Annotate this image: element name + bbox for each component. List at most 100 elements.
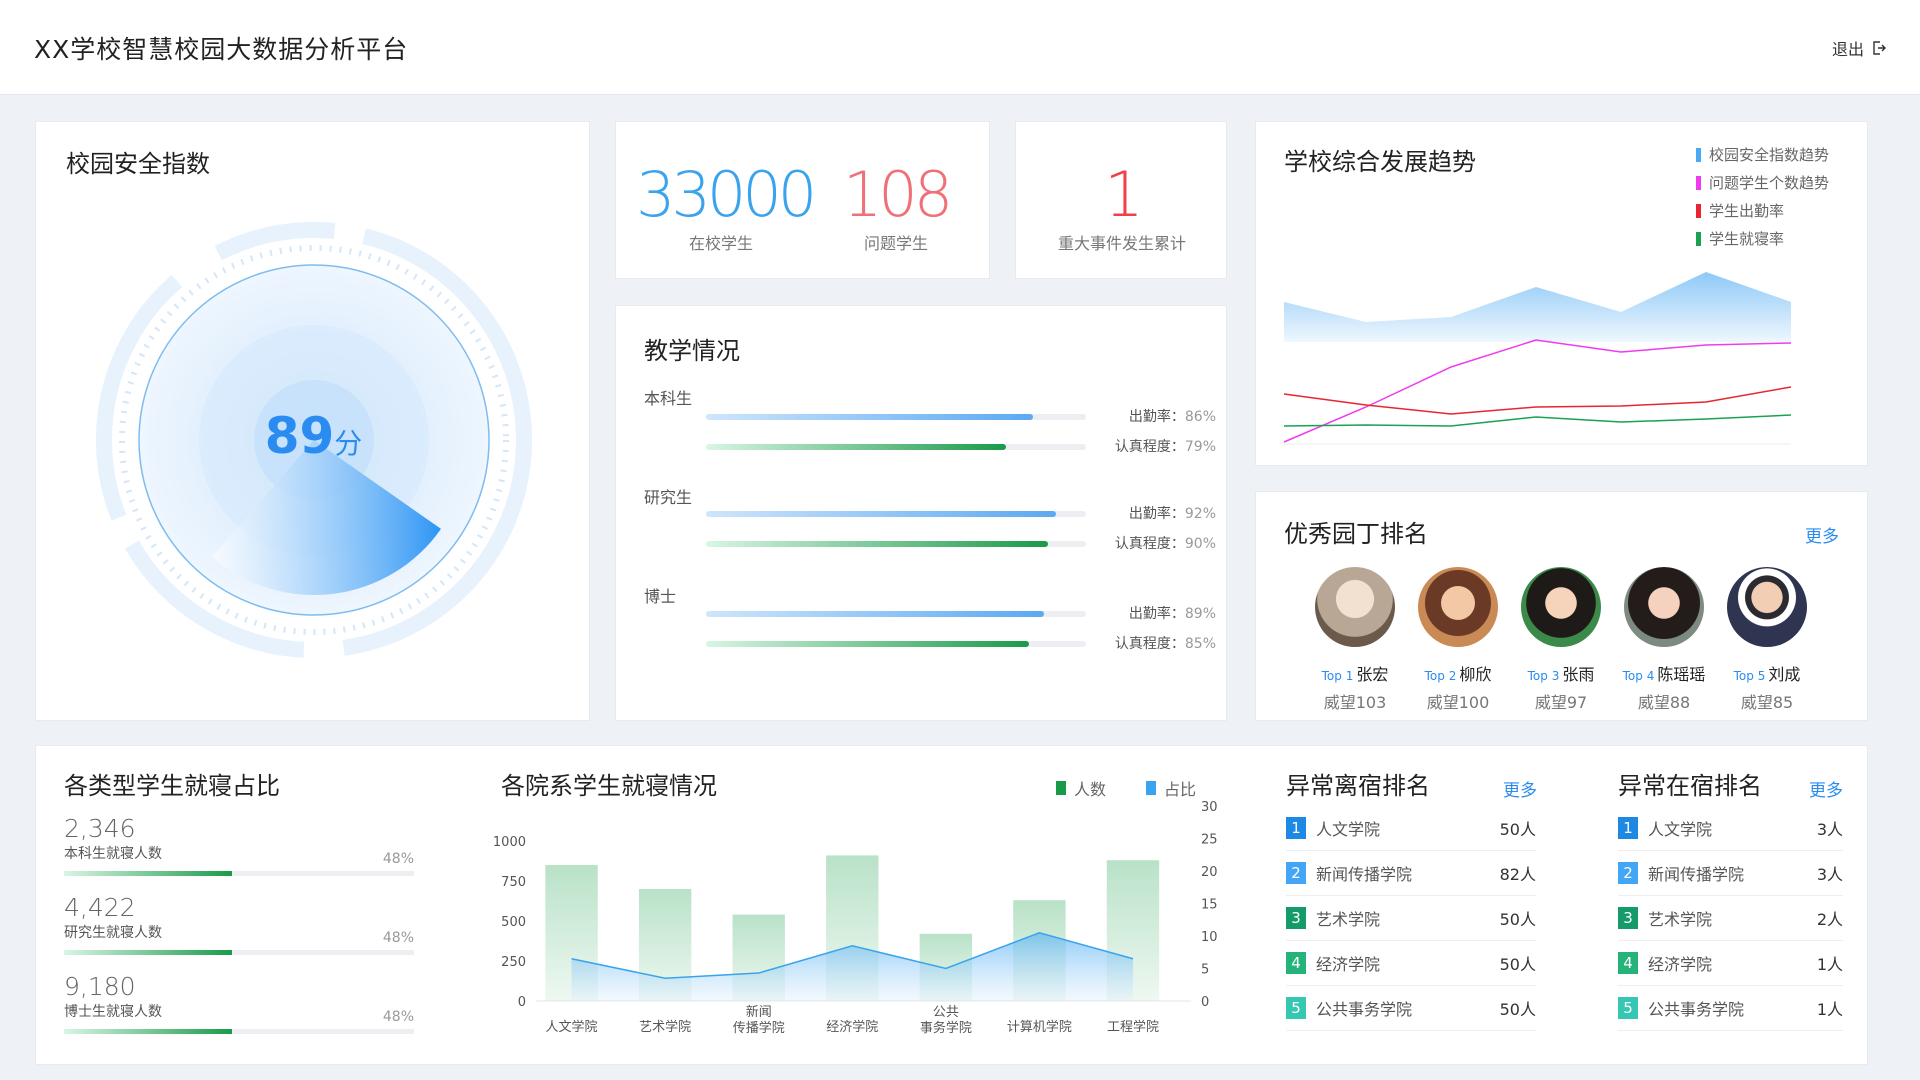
rank-badge: 4 (1618, 952, 1638, 974)
attendance-label-phd: 出勤率：89% (1128, 606, 1216, 622)
ranking-more-link[interactable]: 更多 (1805, 522, 1839, 547)
teacher-score-5: 威望85 (1740, 693, 1794, 712)
away-row[interactable]: 5 公共事务学院 50人 (1286, 986, 1536, 1031)
attendance-label-undergrad: 出勤率：86% (1128, 409, 1216, 425)
ratio-item-phd: 9,180 博士生就寝人数 48% (64, 972, 414, 1034)
row-name: 人文学院 (1316, 820, 1381, 839)
teacher-name-4: Top 4 陈瑶瑶 (1622, 665, 1706, 684)
top-bar: XX学校智慧校园大数据分析平台 退出 (0, 0, 1920, 95)
teacher-4[interactable]: Top 4 陈瑶瑶 威望88 (1609, 567, 1719, 713)
away-row[interactable]: 3 艺术学院 50人 (1286, 896, 1536, 941)
stay-list-title: 异常在宿排名 (1618, 772, 1762, 800)
y-right-tick: 15 (1201, 898, 1218, 913)
rank-badge: 2 (1618, 862, 1638, 884)
teacher-2[interactable]: Top 2 柳欣 威望100 (1403, 567, 1513, 713)
away-row[interactable]: 2 新闻传播学院 82人 (1286, 851, 1536, 896)
stay-row[interactable]: 4 经济学院 1人 (1618, 941, 1843, 986)
bottom-card: 各类型学生就寝占比 2,346 本科生就寝人数 48% 4,422 研究生就寝人… (35, 745, 1868, 1065)
trend-chart (1283, 272, 1792, 445)
group-label-master: 研究生 (644, 488, 693, 507)
dept-category-label: 传播学院 (733, 1020, 785, 1036)
problem-count: 108 (842, 158, 953, 231)
teacher-1[interactable]: Top 1 张宏 威望103 (1300, 567, 1410, 713)
away-more-link[interactable]: 更多 (1503, 776, 1537, 801)
away-row[interactable]: 1 人文学院 50人 (1286, 806, 1536, 851)
trend-safety-area (1284, 272, 1791, 342)
y-left-tick: 1000 (493, 835, 526, 850)
dept-category-label: 艺术学院 (639, 1019, 691, 1035)
y-right-tick: 30 (1201, 801, 1218, 815)
rank-badge: 1 (1618, 817, 1638, 839)
dept-legend-count: 人数 (1056, 776, 1106, 800)
app-title: XX学校智慧校园大数据分析平台 (34, 35, 409, 64)
row-value: 50人 (1499, 820, 1536, 839)
problem-label: 问题学生 (863, 234, 928, 253)
away-list-title: 异常离宿排名 (1286, 772, 1430, 800)
teacher-score-2: 威望100 (1426, 693, 1490, 712)
stay-more-link[interactable]: 更多 (1809, 776, 1843, 801)
row-value: 3人 (1816, 865, 1843, 884)
focus-label-undergrad: 认真程度：79% (1114, 439, 1216, 455)
y-right-tick: 20 (1201, 865, 1218, 880)
row-name: 艺术学院 (1316, 910, 1381, 929)
trend-problem-line (1283, 339, 1792, 443)
rank-badge: 1 (1286, 817, 1306, 839)
students-stat: 33000 在校学生 (636, 158, 817, 254)
teacher-name-5: Top 5 刘成 (1733, 665, 1801, 684)
logout-button[interactable]: 退出 (1832, 36, 1886, 60)
safety-card: 校园安全指数 89分 (35, 121, 590, 721)
dept-legend-ratio: 占比 (1146, 776, 1196, 800)
teacher-score-4: 威望88 (1637, 693, 1691, 712)
teacher-name-2: Top 2 柳欣 (1424, 665, 1492, 684)
dept-category-label: 计算机学院 (1007, 1019, 1072, 1035)
rank-badge: 5 (1286, 997, 1306, 1019)
rank-badge: 4 (1286, 952, 1306, 974)
stay-row[interactable]: 3 艺术学院 2人 (1618, 896, 1843, 941)
teacher-avatar-5 (1727, 567, 1807, 647)
focus-bar-undergrad (706, 444, 1086, 450)
stay-row[interactable]: 1 人文学院 3人 (1618, 806, 1843, 851)
y-left-tick: 500 (501, 915, 526, 930)
teacher-5[interactable]: Top 5 刘成 威望85 (1712, 567, 1822, 713)
teacher-name-1: Top 1 张宏 (1321, 665, 1389, 684)
y-left-tick: 250 (501, 955, 526, 970)
ratio-pct-phd: 48% (382, 1009, 414, 1025)
dept-category-label: 事务学院 (920, 1020, 972, 1036)
ratio-pct-undergrad: 48% (382, 851, 414, 867)
dept-category-label: 工程学院 (1107, 1019, 1159, 1035)
focus-bar-phd (706, 641, 1086, 647)
row-name: 人文学院 (1648, 820, 1713, 839)
attendance-bar-phd (706, 611, 1086, 617)
stay-row[interactable]: 5 公共事务学院 1人 (1618, 986, 1843, 1031)
teacher-avatar-3 (1521, 567, 1601, 647)
events-stat-card: 1 重大事件发生累计 (1015, 121, 1227, 279)
row-name: 公共事务学院 (1648, 1000, 1745, 1019)
row-value: 50人 (1499, 910, 1536, 929)
row-value: 50人 (1499, 1000, 1536, 1019)
y-left-tick: 0 (518, 995, 526, 1010)
row-value: 3人 (1816, 820, 1843, 839)
ratio-pct-master: 48% (382, 930, 414, 946)
focus-label-master: 认真程度：90% (1114, 536, 1216, 552)
row-name: 公共事务学院 (1316, 1000, 1413, 1019)
y-right-tick: 10 (1201, 930, 1218, 945)
stay-row[interactable]: 2 新闻传播学院 3人 (1618, 851, 1843, 896)
row-name: 新闻传播学院 (1316, 865, 1413, 884)
ratio-item-undergrad: 2,346 本科生就寝人数 48% (64, 814, 414, 876)
focus-bar-master (706, 541, 1086, 547)
ratio-item-master: 4,422 研究生就寝人数 48% (64, 893, 414, 955)
dept-category-label: 公共 (933, 1005, 959, 1020)
teacher-3[interactable]: Top 3 张雨 威望97 (1506, 567, 1616, 713)
students-count: 33000 (636, 158, 817, 231)
students-label: 在校学生 (688, 234, 753, 253)
row-value: 1人 (1816, 955, 1843, 974)
logout-icon (1873, 41, 1886, 55)
row-name: 经济学院 (1316, 955, 1381, 974)
ratio-label-master: 研究生就寝人数 (64, 925, 162, 941)
y-right-tick: 0 (1201, 995, 1209, 1010)
ranking-title: 优秀园丁排名 (1284, 520, 1428, 548)
row-name: 经济学院 (1648, 955, 1713, 974)
ratio-label-phd: 博士生就寝人数 (64, 1004, 162, 1020)
away-row[interactable]: 4 经济学院 50人 (1286, 941, 1536, 986)
safety-title: 校园安全指数 (66, 150, 210, 178)
